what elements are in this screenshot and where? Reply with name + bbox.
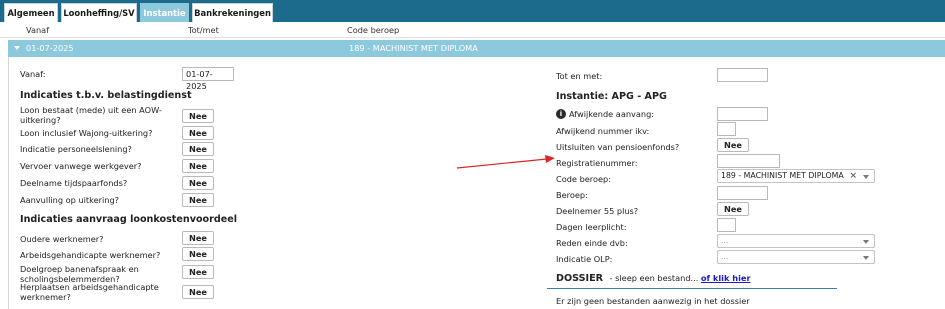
indicatie-olp-select[interactable]: ... — [717, 250, 875, 264]
reden-einde-dvb-placeholder: ... — [721, 236, 729, 245]
uitsluiten-pensioenfonds-label: Uitsluiten van pensioenfonds? — [556, 142, 680, 152]
row-code-beroep-value: 189 - MACHINIST MET DIPLOMA — [349, 43, 478, 53]
vervoer-toggle[interactable]: Nee — [182, 159, 214, 173]
tab-algemeen[interactable]: Algemeen — [4, 3, 58, 22]
dagen-leerplicht-label: Dagen leerplicht: — [556, 222, 627, 232]
wajong-toggle[interactable]: Nee — [182, 126, 214, 140]
uitsluiten-pensioenfonds-toggle[interactable]: Nee — [717, 138, 749, 152]
dossier-hint: - sleep een bestand... — [609, 273, 699, 283]
vanaf-input[interactable]: 01-07-2025 — [182, 67, 234, 91]
chevron-down-icon[interactable] — [863, 240, 869, 244]
personeelslening-toggle[interactable]: Nee — [182, 142, 214, 156]
aanvulling-toggle[interactable]: Nee — [182, 193, 214, 207]
deelnemer-55-plus-toggle[interactable]: Nee — [717, 202, 749, 216]
row-vanaf-value: 01-07-2025 — [26, 43, 74, 53]
oudere-werknemer-label: Oudere werknemer? — [20, 234, 104, 244]
grid-column-header: Vanaf Tot/met Code beroep — [0, 22, 945, 38]
doelgroep-label: Doelgroep banenafspraak en scholingsbele… — [20, 264, 139, 284]
herplaatsen-label: Herplaatsen arbeidsgehandicapte werkneme… — [20, 282, 159, 302]
tijdspaarfonds-label: Deelname tijdspaarfonds? — [20, 178, 128, 188]
reden-einde-dvb-select[interactable]: ... — [717, 234, 875, 248]
indicatie-olp-placeholder: ... — [721, 252, 729, 261]
wajong-label: Loon inclusief Wajong-uitkering? — [20, 128, 153, 138]
column-vanaf[interactable]: Vanaf — [26, 25, 49, 35]
afwijkend-nummer-label: Afwijkend nummer ikv: — [556, 126, 650, 136]
instantie-title: Instantie: APG - APG — [556, 91, 667, 102]
caret-down-icon[interactable] — [14, 46, 20, 50]
tijdspaarfonds-toggle[interactable]: Nee — [182, 176, 214, 190]
code-beroep-label: Code beroep: — [556, 174, 611, 184]
dagen-leerplicht-input[interactable] — [717, 218, 736, 232]
dossier-title: DOSSIER — [556, 273, 604, 284]
beroep-label: Beroep: — [556, 190, 588, 200]
indicatie-olp-label: Indicatie OLP: — [556, 254, 613, 264]
afwijkende-aanvang-label: Afwijkende aanvang: — [569, 109, 655, 119]
dossier-empty-text: Er zijn geen bestanden aanwezig in het d… — [556, 296, 750, 306]
chevron-down-icon[interactable] — [863, 256, 869, 260]
afwijkend-nummer-input[interactable] — [717, 122, 736, 136]
clear-icon[interactable]: × — [849, 170, 857, 182]
section-loonkostenvoordeel-title: Indicaties aanvraag loonkostenvoordeel — [20, 214, 238, 225]
tab-instantie[interactable]: Instantie — [140, 3, 189, 22]
deelnemer-55-plus-label: Deelnemer 55 plus? — [556, 206, 639, 216]
aow-uitkering-label: Loon bestaat (mede) uit een AOW-uitkerin… — [20, 105, 162, 125]
dossier-header: DOSSIER - sleep een bestand... of klik h… — [556, 273, 751, 284]
dossier-upload-link[interactable]: of klik hier — [701, 273, 751, 283]
column-tot-met[interactable]: Tot/met — [188, 25, 219, 35]
vervoer-label: Vervoer vanwege werkgever? — [20, 161, 142, 171]
herplaatsen-toggle[interactable]: Nee — [182, 285, 214, 299]
tab-bar: Algemeen Loonheffing/SV Instantie Bankre… — [0, 0, 945, 22]
annotation-arrow-icon — [456, 155, 555, 169]
tot-en-met-input[interactable] — [717, 68, 768, 82]
column-code-beroep[interactable]: Code beroep — [347, 25, 399, 35]
code-beroep-selected-value: 189 - MACHINIST MET DIPLOMA — [721, 171, 844, 180]
arbeidsgehandicapte-toggle[interactable]: Nee — [182, 247, 214, 261]
section-belastingdienst-title: Indicaties t.b.v. belastingdienst — [20, 90, 192, 101]
grid-row-selected[interactable]: 01-07-2025 189 - MACHINIST MET DIPLOMA — [8, 40, 945, 57]
arbeidsgehandicapte-label: Arbeidsgehandicapte werknemer? — [20, 250, 161, 260]
doelgroep-toggle[interactable]: Nee — [182, 265, 214, 279]
info-icon[interactable]: i — [556, 109, 566, 119]
aanvulling-label: Aanvulling op uitkering? — [20, 195, 119, 205]
registratienummer-input[interactable] — [717, 154, 780, 168]
aow-uitkering-toggle[interactable]: Nee — [182, 109, 214, 123]
registratienummer-label: Registratienummer: — [556, 158, 638, 168]
tot-en-met-label: Tot en met: — [556, 71, 603, 81]
oudere-werknemer-toggle[interactable]: Nee — [182, 231, 214, 245]
tab-bankrekeningen[interactable]: Bankrekeningen — [192, 3, 273, 22]
code-beroep-select[interactable]: 189 - MACHINIST MET DIPLOMA × — [717, 169, 875, 183]
afwijkende-aanvang-input[interactable] — [717, 107, 768, 121]
tab-loonheffing-sv[interactable]: Loonheffing/SV — [61, 3, 137, 22]
vanaf-label: Vanaf: — [20, 69, 46, 79]
personeelslening-label: Indicatie personeelslening? — [20, 144, 132, 154]
chevron-down-icon[interactable] — [863, 175, 869, 179]
beroep-input[interactable] — [717, 186, 768, 200]
reden-einde-dvb-label: Reden einde dvb: — [556, 238, 628, 248]
dossier-divider — [547, 288, 837, 289]
